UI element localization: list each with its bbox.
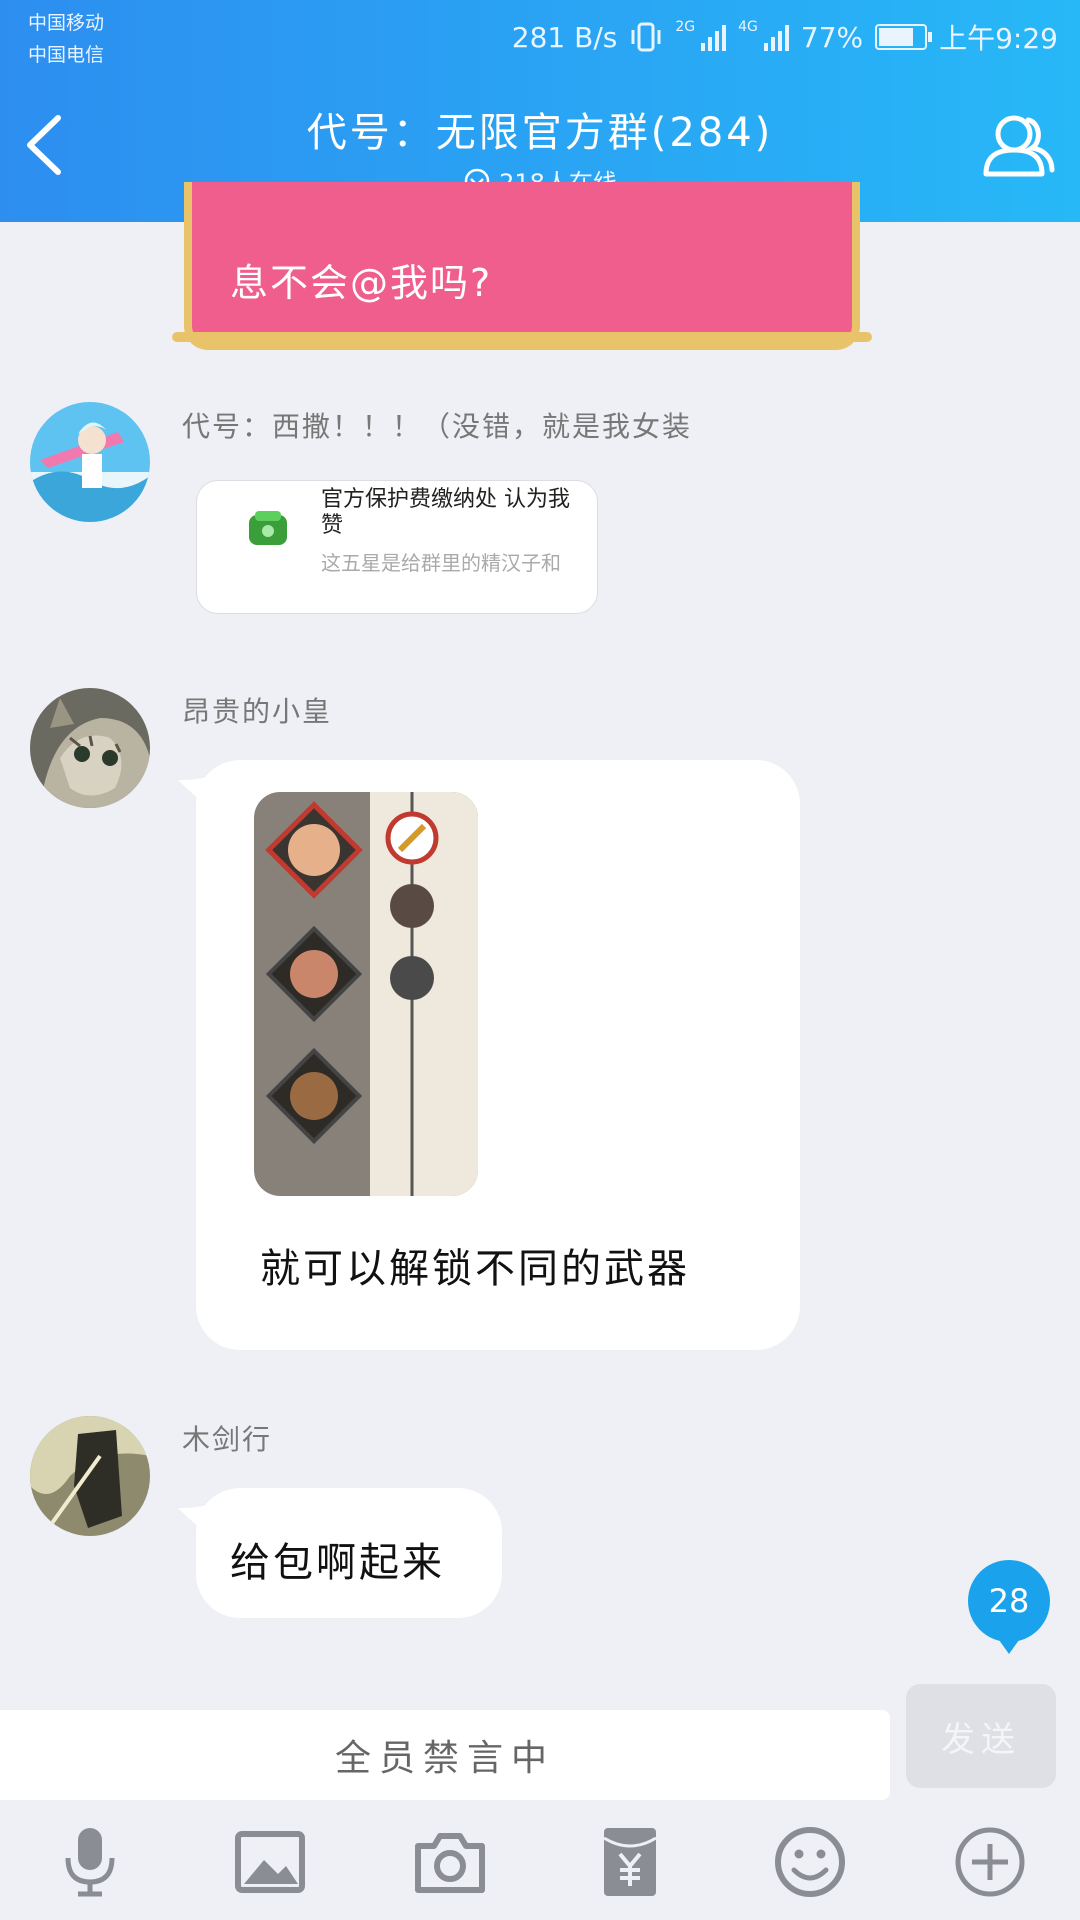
sender-name: 代号：西撒！！！（没错，就是我女装	[182, 410, 693, 443]
carrier-1: 中国移动	[28, 12, 105, 34]
pink-bubble-text: 息不会@我吗?	[230, 261, 493, 305]
network-speed: 281 B/s	[511, 20, 618, 54]
card-thumbnail-icon	[249, 511, 287, 545]
cat-avatar-image	[30, 688, 150, 808]
message-input-muted[interactable]: 全员禁言中	[0, 1710, 890, 1800]
bubble-border-decoration	[172, 332, 872, 342]
net-type-1: 2G	[675, 19, 696, 35]
send-button[interactable]: 发送	[906, 1684, 1056, 1788]
image-icon[interactable]	[232, 1824, 308, 1900]
page-title: 代号：无限官方群(284)	[306, 110, 774, 156]
share-card[interactable]: 官方保护费缴纳处 认为我赞 这五星是给群里的精汉子和	[196, 480, 598, 614]
bottom-toolbar	[0, 1802, 1080, 1920]
red-packet-icon[interactable]	[592, 1824, 668, 1900]
card-title: 官方保护费缴纳处 认为我赞	[321, 487, 570, 538]
sender-name: 昂贵的小皇	[182, 695, 333, 728]
battery-fill	[879, 28, 913, 46]
status-bar: 281 B/s 2G 4G 77% 上午9:29	[512, 18, 1058, 56]
emoji-icon[interactable]	[772, 1824, 848, 1900]
plus-icon[interactable]	[952, 1824, 1028, 1900]
avatar[interactable]	[30, 1416, 150, 1536]
card-description: 这五星是给群里的精汉子和	[321, 551, 561, 575]
camera-icon[interactable]	[412, 1824, 488, 1900]
microphone-icon[interactable]	[52, 1824, 128, 1900]
signal-icon-2	[763, 23, 789, 51]
message-text: 就可以解锁不同的武器	[260, 1246, 690, 1292]
net-type-2: 4G	[738, 19, 758, 35]
game-screenshot-image[interactable]	[254, 792, 478, 1196]
battery-percent: 77%	[800, 20, 864, 54]
carrier-2: 中国电信	[28, 44, 105, 66]
unread-count-badge[interactable]: 28	[968, 1560, 1050, 1654]
warrior-avatar-image	[30, 1416, 150, 1536]
input-row: 全员禁言中 发送	[0, 1684, 1080, 1802]
avatar-image	[30, 402, 150, 522]
sender-name: 木剑行	[182, 1423, 273, 1456]
clock: 上午9:29	[939, 22, 1058, 55]
members-icon[interactable]	[980, 108, 1056, 184]
signal-icon-1	[701, 23, 727, 51]
message-text: 给包啊起来	[230, 1540, 445, 1586]
battery-icon	[875, 24, 933, 50]
vibrate-icon	[631, 22, 661, 52]
pink-message-bubble[interactable]: 息不会@我吗?	[172, 182, 872, 352]
avatar[interactable]	[30, 402, 150, 522]
avatar[interactable]	[30, 688, 150, 808]
